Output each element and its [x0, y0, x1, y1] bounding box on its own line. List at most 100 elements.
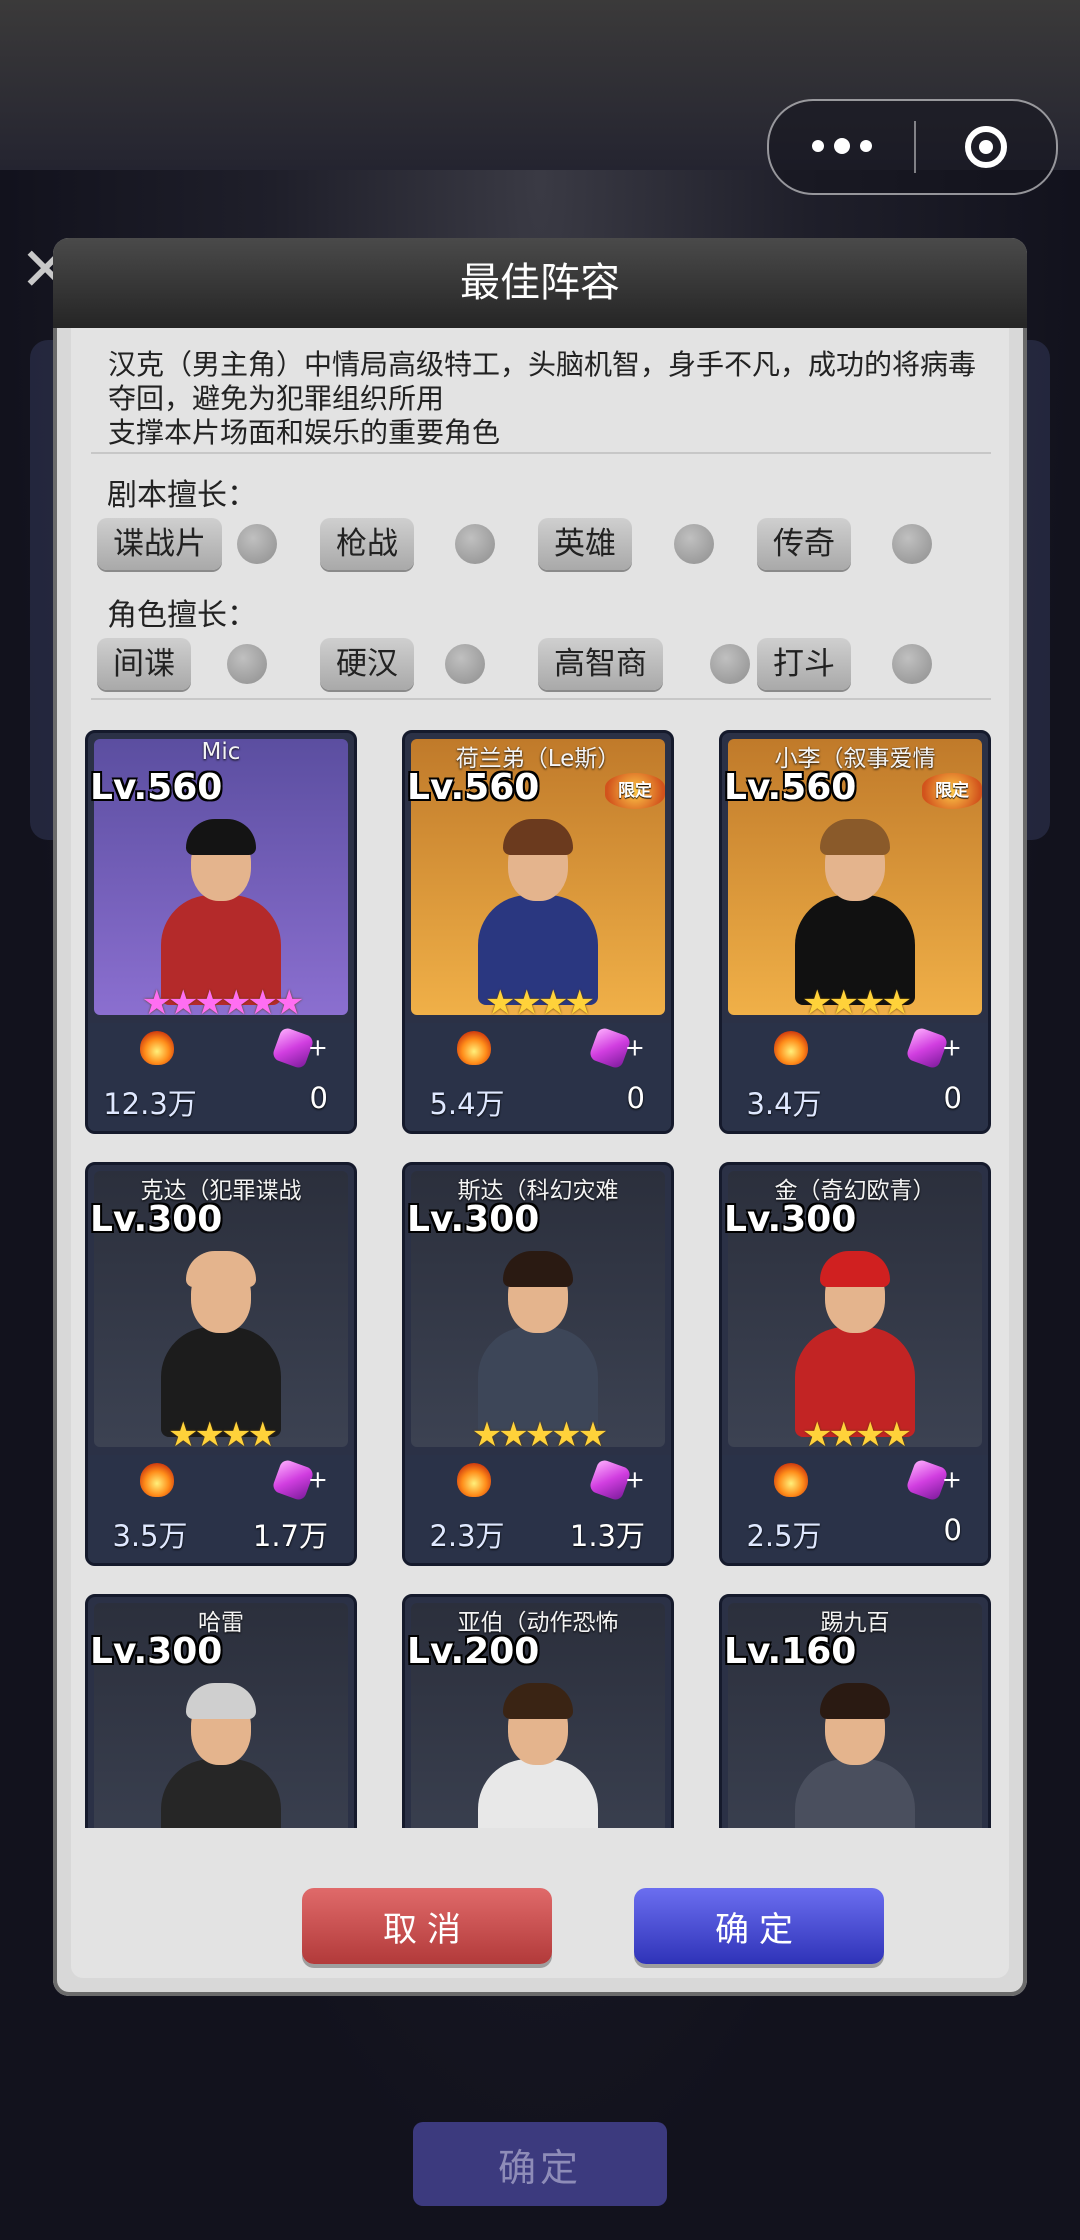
hero-level: Lv.300: [407, 1199, 540, 1240]
star-icon: ★: [881, 1415, 912, 1455]
gem-plus-icon: [271, 1458, 315, 1502]
hero-stars: ★★★★: [88, 1415, 354, 1455]
tag-indicator-dot: [892, 644, 932, 684]
script-tag: 传奇: [757, 518, 851, 570]
tag-indicator-dot: [710, 644, 750, 684]
fire-icon: [774, 1031, 808, 1065]
role-tag: 间谍: [97, 638, 191, 690]
gem-plus-icon: [905, 1026, 949, 1070]
hero-level: Lv.560: [724, 767, 857, 808]
script-strength-tags: 谍战片 枪战 英雄 传奇: [97, 518, 997, 574]
hero-stats: 2.5万 0: [722, 1455, 988, 1563]
fire-icon: [457, 1031, 491, 1065]
hero-stats: 3.5万 1.7万: [88, 1455, 354, 1563]
hero-level: Lv.560: [90, 767, 223, 808]
divider: [91, 452, 991, 454]
star-icon: ★: [247, 1415, 278, 1455]
capsule-close-button[interactable]: [916, 126, 1056, 168]
more-dots-icon[interactable]: [769, 138, 914, 154]
gem-plus-icon: [588, 1458, 632, 1502]
star-icon: ★: [828, 1415, 860, 1455]
hero-figure: [156, 1241, 286, 1441]
hero-card[interactable]: 金（奇幻欧青）Lv.300★★★★2.5万0: [719, 1162, 991, 1566]
hero-card[interactable]: 踢九百 Lv.160: [719, 1594, 991, 1828]
hero-gem-count: 0: [309, 1081, 328, 1115]
hero-card[interactable]: MicLv.560★★★★★★12.3万0: [85, 730, 357, 1134]
hero-card[interactable]: 哈雷 Lv.300: [85, 1594, 357, 1828]
star-icon: ★: [577, 1415, 609, 1455]
gem-plus-icon: [905, 1458, 949, 1502]
hero-power: 2.5万: [746, 1519, 822, 1553]
star-icon: ★: [168, 983, 199, 1023]
hero-figure: [473, 1241, 603, 1441]
script-tag: 枪战: [320, 518, 414, 570]
star-icon: ★: [564, 983, 595, 1023]
best-lineup-dialog: 最佳阵容 汉克（男主角）中情局高级特工，头脑机智，身手不凡，成功的将病毒夺回，避…: [53, 238, 1027, 1996]
role-tag: 打斗: [757, 638, 851, 690]
dialog-title: 最佳阵容: [460, 260, 620, 306]
star-icon: ★: [273, 983, 305, 1023]
hero-stars: ★★★★: [405, 983, 671, 1023]
hero-figure: [473, 1673, 603, 1828]
hero-stats: 5.4万 0: [405, 1023, 671, 1131]
hero-card[interactable]: 小李（叙事爱情Lv.560限定★★★★3.4万0: [719, 730, 991, 1134]
star-icon: ★: [828, 983, 860, 1023]
hero-stars: ★★★★: [722, 983, 988, 1023]
hero-figure: [790, 1241, 920, 1441]
star-icon: ★: [221, 983, 252, 1023]
tag-indicator-dot: [237, 524, 277, 564]
star-icon: ★: [855, 1415, 886, 1455]
hero-card[interactable]: 斯达（科幻灾难Lv.300★★★★★2.3万1.3万: [402, 1162, 674, 1566]
hero-name: Mic: [201, 739, 241, 765]
hero-stars: ★★★★★: [405, 1415, 671, 1455]
target-close-icon: [965, 126, 1007, 168]
hero-power: 5.4万: [429, 1087, 505, 1121]
role-tag: 高智商: [538, 638, 663, 690]
tag-indicator-dot: [674, 524, 714, 564]
hero-power: 2.3万: [429, 1519, 505, 1553]
dialog-body: 汉克（男主角）中情局高级特工，头脑机智，身手不凡，成功的将病毒夺回，避免为犯罪组…: [71, 328, 1009, 1978]
star-icon: ★: [881, 983, 912, 1023]
limited-badge: 限定: [922, 773, 982, 809]
hero-level: Lv.160: [724, 1631, 857, 1672]
star-icon: ★: [485, 983, 516, 1023]
star-icon: ★: [855, 983, 886, 1023]
tag-indicator-dot: [892, 524, 932, 564]
hero-gem-count: 0: [943, 1513, 962, 1547]
hero-level: Lv.300: [724, 1199, 857, 1240]
hero-stars: ★★★★: [722, 1415, 988, 1455]
star-icon: ★: [498, 1415, 529, 1455]
hero-stars: ★★★★★★: [88, 983, 354, 1023]
divider: [91, 698, 991, 700]
hero-gem-count: 0: [943, 1081, 962, 1115]
fire-icon: [457, 1463, 491, 1497]
hero-level: Lv.300: [90, 1199, 223, 1240]
gem-plus-icon: [588, 1026, 632, 1070]
limited-badge: 限定: [605, 773, 665, 809]
background-confirm-button: 确定: [413, 2122, 667, 2206]
star-icon: ★: [194, 983, 226, 1023]
hero-gem-count: 1.7万: [252, 1519, 328, 1553]
description-line: 汉克（男主角）中情局高级特工，头脑机智，身手不凡，成功的将病毒夺回，避免为犯罪组…: [108, 348, 977, 415]
description-line: 支撑本片场面和娱乐的重要角色: [108, 416, 501, 449]
star-icon: ★: [194, 1415, 226, 1455]
star-icon: ★: [551, 1415, 582, 1455]
role-strength-label: 角色擅长：: [107, 598, 257, 633]
script-tag: 谍战片: [97, 518, 222, 570]
star-icon: ★: [511, 983, 543, 1023]
hero-power: 3.4万: [746, 1087, 822, 1121]
hero-level: Lv.300: [90, 1631, 223, 1672]
hero-card[interactable]: 荷兰弟（Le斯）Lv.560限定★★★★5.4万0: [402, 730, 674, 1134]
star-icon: ★: [524, 1415, 556, 1455]
star-icon: ★: [802, 983, 833, 1023]
star-icon: ★: [802, 1415, 833, 1455]
tag-indicator-dot: [227, 644, 267, 684]
confirm-button[interactable]: 确定: [634, 1888, 884, 1964]
hero-level: Lv.560: [407, 767, 540, 808]
cancel-button[interactable]: 取消: [302, 1888, 552, 1964]
script-tag: 英雄: [538, 518, 632, 570]
hero-card[interactable]: 亚伯（动作恐怖 Lv.200: [402, 1594, 674, 1828]
star-icon: ★: [168, 1415, 199, 1455]
hero-card[interactable]: 克达（犯罪谍战Lv.300★★★★3.5万1.7万: [85, 1162, 357, 1566]
star-icon: ★: [141, 983, 173, 1023]
